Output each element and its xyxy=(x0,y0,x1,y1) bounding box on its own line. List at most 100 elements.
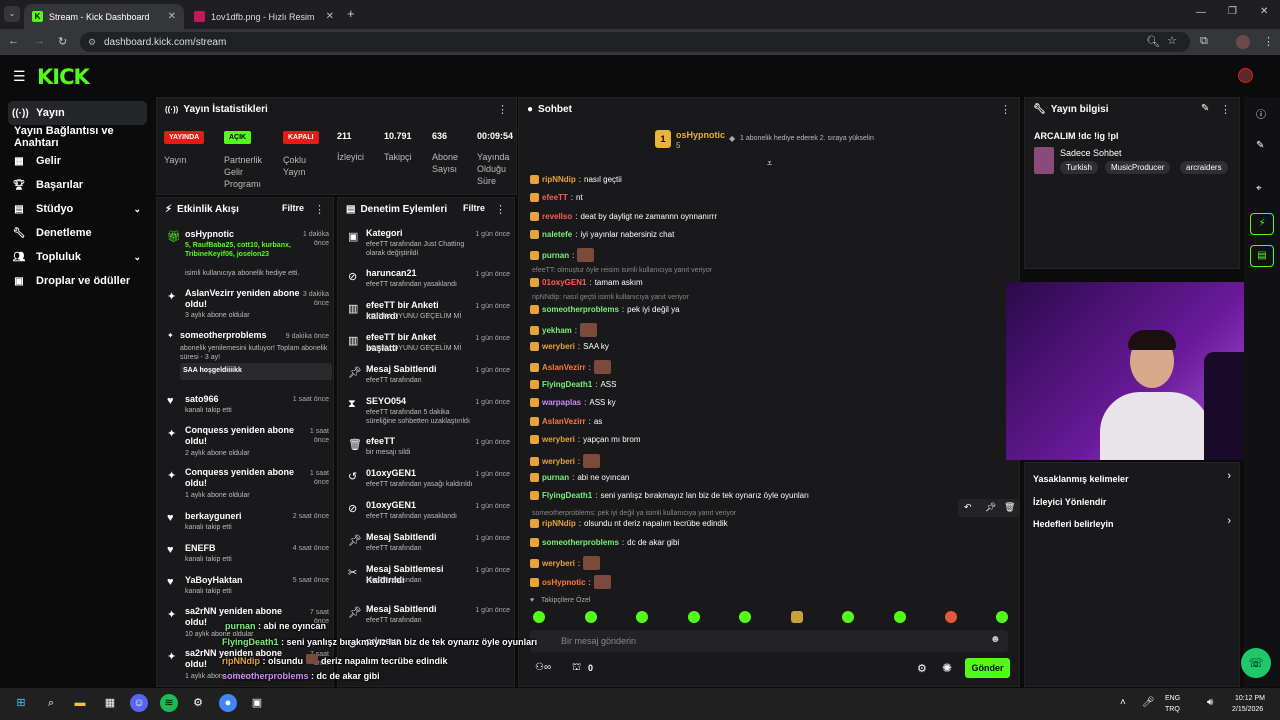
chat-username[interactable]: ripNNdip xyxy=(542,175,576,184)
chat-username[interactable]: weryberi xyxy=(542,435,575,444)
sidebar-item-topluluk[interactable]: 👥︎ Topluluk ⌄ xyxy=(8,245,147,269)
gift-leaderboard[interactable]: 1 osHypnotic 5 ◆ 1 abonelik hediye edere… xyxy=(655,130,915,152)
sidebar-item-droplar[interactable]: ▣ Droplar ve ödüller xyxy=(8,269,147,293)
collapse-icon[interactable]: ⩡ xyxy=(767,158,772,169)
notes-icon[interactable]: ▤ xyxy=(1250,245,1274,267)
search-icon[interactable]: ⌕ xyxy=(42,694,60,712)
file-explorer-icon[interactable]: ▬ xyxy=(71,694,89,712)
panel-menu-icon[interactable]: ⋮ xyxy=(495,203,506,216)
chat-username[interactable]: someotherproblems xyxy=(542,305,619,314)
browser-menu-icon[interactable]: ⋮ xyxy=(1263,35,1274,48)
emote-icon[interactable] xyxy=(533,611,545,623)
address-bar[interactable]: ⚙ dashboard.kick.com/stream xyxy=(80,32,1190,52)
tab-image-viewer[interactable]: 1ov1dfb.png - Hızlı Resim ✕ xyxy=(186,4,342,29)
language-bottom[interactable]: TRQ xyxy=(1165,706,1180,713)
chat-username[interactable]: weryberi xyxy=(542,342,575,351)
filter-button[interactable]: Filtre xyxy=(463,203,485,213)
reply-icon[interactable]: ↶ xyxy=(964,502,972,513)
panel-menu-icon[interactable]: ⋮ xyxy=(497,103,508,116)
support-chat-icon[interactable]: ☏ xyxy=(1241,648,1271,678)
tag-chip[interactable]: arcraiders xyxy=(1180,161,1228,174)
emote-icon[interactable] xyxy=(894,611,906,623)
kick-logo[interactable]: KICK xyxy=(37,65,90,89)
pin-icon[interactable]: 📌︎ xyxy=(985,502,996,513)
chat-username[interactable]: FlyingDeath1 xyxy=(542,491,592,500)
pencil-icon[interactable]: ✎ xyxy=(1256,140,1264,151)
close-tab-icon[interactable]: ✕ xyxy=(326,11,334,22)
emote-icon[interactable] xyxy=(842,611,854,623)
sidebar-item-denetleme[interactable]: 🔧︎ Denetleme xyxy=(8,221,147,245)
goals-link[interactable]: Hedefleri belirleyin › xyxy=(1033,515,1231,532)
profile-avatar[interactable] xyxy=(1236,35,1250,49)
chat-input[interactable]: Bir mesaj gönderin ☻ xyxy=(530,630,1008,652)
bookmark-star-icon[interactable]: ☆ xyxy=(1167,34,1177,47)
raid-link[interactable]: İzleyici Yönlendir xyxy=(1033,494,1231,510)
panel-menu-icon[interactable]: ⋮ xyxy=(1000,103,1011,116)
tag-chip[interactable]: MusicProducer xyxy=(1105,161,1171,174)
tab-search-button[interactable]: ⌄ xyxy=(4,6,20,22)
spotify-icon[interactable]: ≋ xyxy=(160,694,178,712)
close-window-icon[interactable]: ✕ xyxy=(1260,6,1268,17)
language-top[interactable]: ENG xyxy=(1165,695,1180,702)
send-button[interactable]: Gönder xyxy=(965,658,1010,678)
filter-button[interactable]: Filtre xyxy=(282,203,304,213)
tab-kick-dashboard[interactable]: K Stream - Kick Dashboard ✕ xyxy=(24,4,184,29)
discord-icon[interactable]: ☺ xyxy=(130,694,148,712)
maximize-icon[interactable]: ❐ xyxy=(1228,6,1237,17)
windows-start-icon[interactable]: ⊞ xyxy=(12,694,30,712)
tray-chevron-icon[interactable]: ˄ xyxy=(1120,697,1126,708)
steam-icon[interactable]: ⚙ xyxy=(189,694,207,712)
clock-time[interactable]: 10:12 PM xyxy=(1235,695,1265,702)
chat-username[interactable]: ripNNdip xyxy=(542,519,576,528)
chat-username[interactable]: revellso xyxy=(542,212,572,221)
mod-tools-icon[interactable]: ✺ xyxy=(942,661,952,675)
clock-date[interactable]: 2/15/2026 xyxy=(1232,706,1263,713)
emote-icon[interactable] xyxy=(739,611,751,623)
back-icon[interactable]: ← xyxy=(8,35,19,47)
chat-username[interactable]: someotherproblems xyxy=(542,538,619,547)
chat-username[interactable]: AslanVezirr xyxy=(542,363,586,372)
emote-icon[interactable] xyxy=(945,611,957,623)
extensions-icon[interactable]: ⧉ xyxy=(1200,35,1208,48)
emote-icon[interactable] xyxy=(791,611,803,623)
chat-username[interactable]: osHypnotic xyxy=(542,578,586,587)
mic-icon[interactable]: 🎤︎ xyxy=(1142,697,1155,708)
volume-icon[interactable]: 🔊︎ xyxy=(1207,697,1213,708)
emoji-icon[interactable]: ☻ xyxy=(990,634,1001,645)
infinity-icon[interactable]: ⚇∞ xyxy=(535,662,551,673)
quick-action-icon[interactable]: ⚡︎ xyxy=(1250,213,1274,235)
reload-icon[interactable]: ↻ xyxy=(58,35,67,48)
settings-gear-icon[interactable]: ⚙ xyxy=(917,662,927,675)
chat-username[interactable]: yekham xyxy=(542,326,572,335)
emote-icon[interactable] xyxy=(996,611,1008,623)
chrome-icon[interactable]: ● xyxy=(219,694,237,712)
close-tab-icon[interactable]: ✕ xyxy=(168,11,176,22)
chat-username[interactable]: weryberi xyxy=(542,457,575,466)
store-icon[interactable]: ▦ xyxy=(101,694,119,712)
minimize-icon[interactable]: — xyxy=(1196,7,1206,18)
sidebar-item-yayin[interactable]: ((·)) Yayın xyxy=(8,101,147,125)
info-circle-icon[interactable]: ⓘ xyxy=(1256,106,1266,121)
forward-icon[interactable]: → xyxy=(34,35,45,47)
hamburger-menu-icon[interactable]: ☰ xyxy=(13,68,26,85)
emote-icon[interactable] xyxy=(585,611,597,623)
sidebar-item-studyo[interactable]: ▤ Stüdyo ⌄ xyxy=(8,197,147,221)
chat-username[interactable]: efeeTT xyxy=(542,193,568,202)
chat-username[interactable]: warpaplas xyxy=(542,398,581,407)
emote-icon[interactable] xyxy=(688,611,700,623)
app-icon[interactable]: ▣ xyxy=(248,694,266,712)
chat-username[interactable]: FlyingDeath1 xyxy=(542,380,592,389)
sidebar-item-stream-key[interactable]: Yayın Bağlantısı ve Anahtarı xyxy=(14,125,153,149)
tag-chip[interactable]: Turkish xyxy=(1060,161,1098,174)
chat-username[interactable]: purnan xyxy=(542,251,569,260)
chat-username[interactable]: 01oxyGEN1 xyxy=(542,278,586,287)
delete-icon[interactable]: 🗑︎ xyxy=(1004,502,1015,513)
chat-username[interactable]: naletefe xyxy=(542,230,572,239)
sidebar-item-basarilar[interactable]: 🏆︎ Başarılar xyxy=(8,173,147,197)
panel-menu-icon[interactable]: ⋮ xyxy=(314,203,325,216)
emote-icon[interactable] xyxy=(636,611,648,623)
chat-username[interactable]: AslanVezirr xyxy=(542,417,586,426)
focus-icon[interactable]: ⌖ xyxy=(1256,183,1262,194)
chat-username[interactable]: purnan xyxy=(542,473,569,482)
new-tab-icon[interactable]: + xyxy=(347,6,355,21)
